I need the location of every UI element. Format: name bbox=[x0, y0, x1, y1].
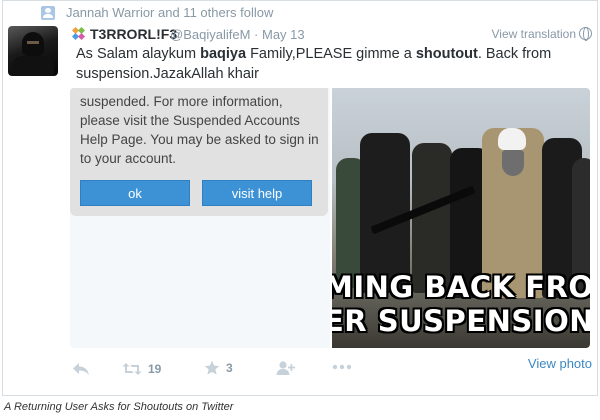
verified-icon bbox=[72, 27, 86, 41]
more-button[interactable] bbox=[332, 364, 352, 370]
meme-text-line2: ER SUSPENSION LIK bbox=[332, 304, 590, 338]
tweet-text-part: Family,PLEASE gimme a bbox=[246, 46, 416, 62]
display-name[interactable]: T3RRORL!F3 bbox=[90, 26, 177, 42]
follow-button[interactable] bbox=[276, 360, 296, 376]
tweet-text-bold: shoutout bbox=[415, 46, 478, 62]
person-icon bbox=[41, 6, 55, 20]
reply-icon bbox=[73, 363, 89, 375]
favorite-count: 3 bbox=[226, 361, 233, 375]
meme-text-line1: MING BACK FROM bbox=[332, 270, 590, 304]
handle[interactable]: @BaqiyalifeM bbox=[170, 27, 250, 42]
dialog-help-button: visit help bbox=[202, 180, 312, 206]
tweet-text: As Salam alaykum baqiya Family,PLEASE gi… bbox=[76, 44, 586, 84]
separator: · bbox=[254, 27, 259, 42]
figure-beard bbox=[502, 150, 524, 176]
tweet-text-bold: baqiya bbox=[200, 46, 247, 62]
suspension-dialog: suspended. For more information, please … bbox=[70, 88, 328, 216]
handle-and-date[interactable]: @BaqiyalifeM · May 13 bbox=[170, 27, 305, 42]
retweet-button[interactable]: 19 bbox=[122, 362, 161, 376]
media-image-right[interactable]: MING BACK FROM ER SUSPENSION LIK bbox=[332, 88, 590, 348]
reply-button[interactable] bbox=[72, 362, 90, 376]
avatar-eyes bbox=[27, 41, 39, 44]
dialog-text: suspended. For more information, please … bbox=[80, 94, 319, 166]
avatar[interactable] bbox=[8, 26, 58, 76]
favorite-button[interactable]: 3 bbox=[204, 360, 233, 376]
retweet-icon bbox=[122, 363, 142, 375]
media-image-left[interactable]: suspended. For more information, please … bbox=[70, 88, 330, 348]
follow-icon bbox=[276, 361, 295, 375]
more-icon bbox=[332, 364, 352, 370]
social-context[interactable]: Jannah Warrior and 11 others follow bbox=[66, 5, 273, 20]
figure-head bbox=[498, 128, 526, 150]
star-icon bbox=[204, 360, 220, 375]
avatar-body bbox=[12, 56, 54, 76]
retweet-count: 19 bbox=[148, 362, 162, 376]
tweet-text-part: As Salam alaykum bbox=[76, 46, 201, 62]
tweet-date[interactable]: May 13 bbox=[262, 27, 305, 42]
dialog-ok-button: ok bbox=[80, 180, 190, 206]
view-photo-link[interactable]: View photo bbox=[528, 356, 592, 371]
globe-icon[interactable] bbox=[579, 27, 592, 41]
figure-caption: A Returning User Asks for Shoutouts on T… bbox=[4, 401, 234, 413]
avatar-head bbox=[22, 32, 44, 56]
view-translation-link[interactable]: View translation bbox=[492, 27, 577, 41]
